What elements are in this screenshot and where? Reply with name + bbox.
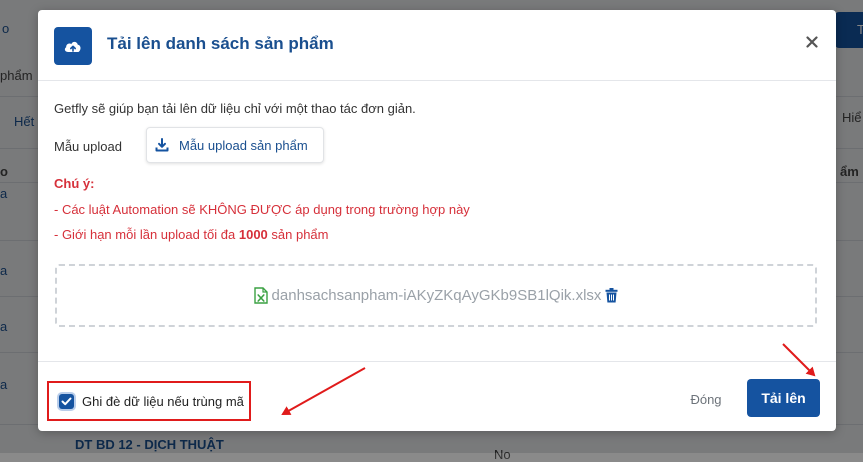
overwrite-option[interactable]: Ghi đè dữ liệu nếu trùng mã: [47, 381, 251, 421]
excel-file-icon: [253, 287, 268, 304]
overwrite-label: Ghi đè dữ liệu nếu trùng mã: [82, 393, 244, 409]
upload-products-modal: Tải lên danh sách sản phẩm Getfly sẽ giú…: [38, 10, 836, 431]
template-label: Mẫu upload: [54, 139, 122, 154]
download-icon: [155, 138, 169, 152]
note-automation: - Các luật Automation sẽ KHÔNG ĐƯỢC áp d…: [54, 202, 470, 217]
note-limit: - Giới hạn mỗi lần upload tối đa 1000 sả…: [54, 227, 329, 242]
remove-file-button[interactable]: [605, 288, 618, 303]
upload-button[interactable]: Tải lên: [747, 379, 820, 417]
file-dropzone[interactable]: danhsachsanpham-iAKyZKqAyGKb9SB1lQik.xls…: [55, 264, 817, 327]
modal-header: Tải lên danh sách sản phẩm: [38, 10, 836, 81]
intro-text: Getfly sẽ giúp bạn tải lên dữ liệu chỉ v…: [54, 101, 416, 116]
close-icon: [806, 36, 818, 48]
check-icon: [61, 397, 72, 405]
close-dialog-button[interactable]: Đóng: [676, 388, 736, 410]
modal-footer: Ghi đè dữ liệu nếu trùng mã Đóng Tải lên: [38, 361, 836, 432]
download-template-button[interactable]: Mẫu upload sản phẩm: [146, 127, 324, 163]
overwrite-checkbox[interactable]: [59, 393, 74, 409]
modal-title: Tải lên danh sách sản phẩm: [107, 34, 334, 53]
trash-icon: [605, 288, 618, 303]
uploaded-file-name: danhsachsanpham-iAKyZKqAyGKb9SB1lQik.xls…: [271, 287, 602, 304]
download-template-label: Mẫu upload sản phẩm: [179, 137, 308, 153]
note-title: Chú ý:: [54, 176, 95, 191]
close-button[interactable]: [800, 30, 824, 54]
cloud-upload-icon: [54, 27, 92, 65]
